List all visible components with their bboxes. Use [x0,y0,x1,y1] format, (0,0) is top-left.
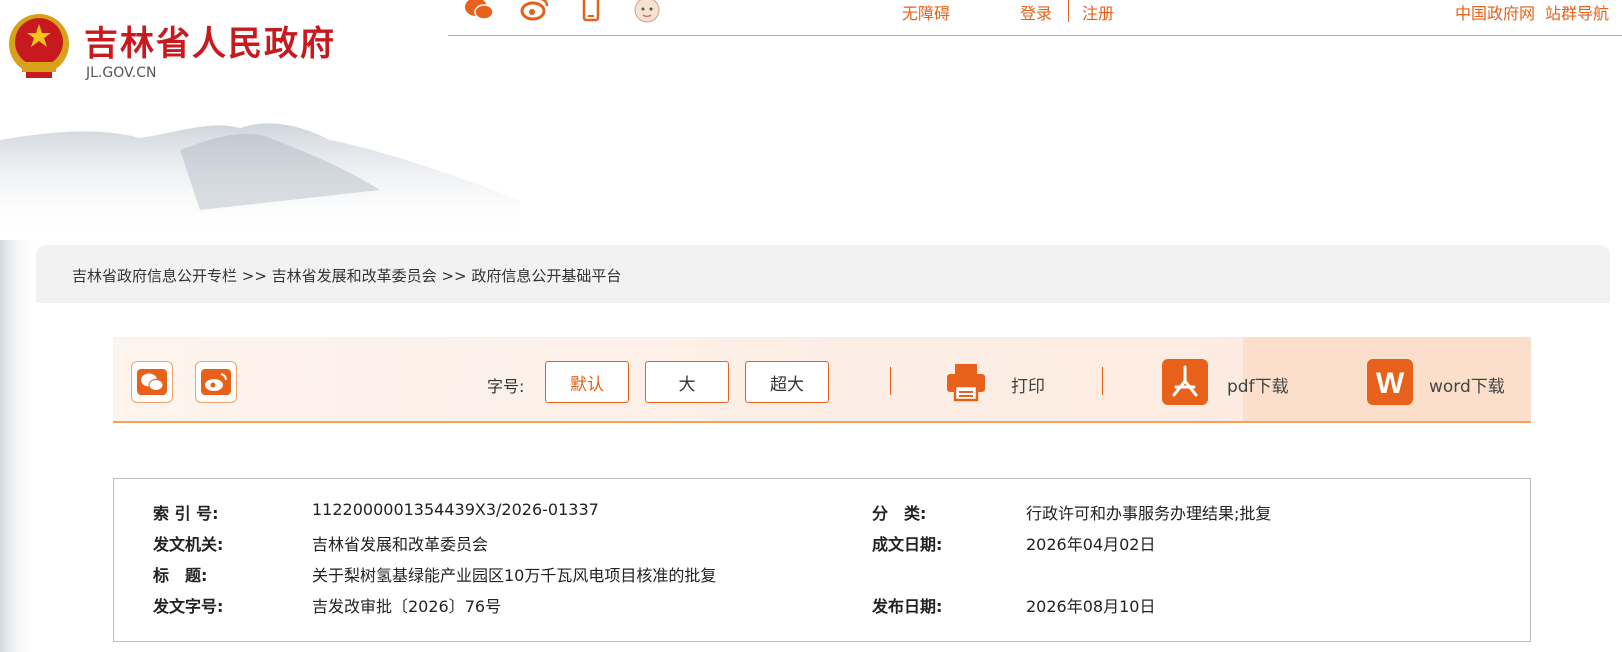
weibo-icon [201,369,231,395]
breadcrumb[interactable]: 吉林省政府信息公开专栏 >> 吉林省发展和改革委员会 >> 政府信息公开基础平台 [72,265,621,286]
word-download-button[interactable]: word下载 [1429,372,1505,397]
header-divider [448,35,1622,36]
share-wechat-button[interactable] [131,361,173,403]
china-gov-link[interactable]: 中国政府网 [1455,0,1535,24]
login-link[interactable]: 登录 [1020,0,1052,24]
svg-text:W: W [1376,367,1405,400]
site-title[interactable]: 吉林省人民政府 [84,16,336,65]
font-xlarge-button[interactable]: 超大 [745,361,829,403]
meta-date-written-label: 成文日期: [872,535,943,554]
mobile-icon[interactable] [574,0,608,24]
meta-title-value: 关于梨树氢基绿能产业园区10万千瓦风电项目核准的批复 [312,566,717,585]
weibo-icon[interactable] [518,0,552,24]
pdf-icon[interactable] [1162,359,1208,405]
site-nav-link[interactable]: 站群导航 [1545,0,1609,24]
word-icon[interactable]: W [1367,359,1413,405]
font-size-label: 字号: [487,377,525,396]
font-default-button[interactable]: 默认 [545,361,629,403]
pdf-download-button[interactable]: pdf下载 [1227,372,1289,397]
meta-category-value: 行政许可和办事服务办理结果;批复 [1026,504,1272,523]
meta-index-value: 1122000001354439X3/2026-01337 [312,500,599,519]
accessibility-link[interactable]: 无障碍 [902,0,950,24]
print-button[interactable]: 打印 [1011,372,1045,397]
meta-publish-date-value: 2026年08月10日 [1026,597,1156,616]
share-weibo-button[interactable] [195,361,237,403]
wechat-icon[interactable] [462,0,496,24]
article-toolbar: 字号: 默认 大 超大 打印 pdf下载 W word下载 [113,337,1531,423]
meta-issuer-value: 吉林省发展和改革委员会 [312,535,489,554]
site-domain: JL.GOV.CN [86,65,157,81]
font-large-button[interactable]: 大 [645,361,729,403]
toolbar-separator [890,367,891,395]
meta-issuer-label: 发文机关: [153,535,224,554]
meta-index-label: 索 引 号: [153,504,219,523]
login-register-divider [1068,0,1069,22]
document-meta-table: 索 引 号: 1122000001354439X3/2026-01337 分 类… [113,478,1531,642]
meta-doc-number-value: 吉发改审批〔2026〕76号 [312,597,502,616]
wechat-icon [137,369,167,395]
elderly-mode-icon[interactable] [630,0,664,24]
toolbar-separator [1102,367,1103,395]
meta-category-label: 分 类: [872,504,927,523]
top-social-icons [462,0,664,24]
meta-publish-date-label: 发布日期: [872,597,943,616]
meta-doc-number-label: 发文字号: [153,597,224,616]
meta-title-label: 标 题: [153,566,208,585]
print-icon[interactable] [943,359,989,405]
register-link[interactable]: 注册 [1082,0,1114,24]
national-emblem-logo [9,14,69,78]
meta-date-written-value: 2026年04月02日 [1026,535,1156,554]
